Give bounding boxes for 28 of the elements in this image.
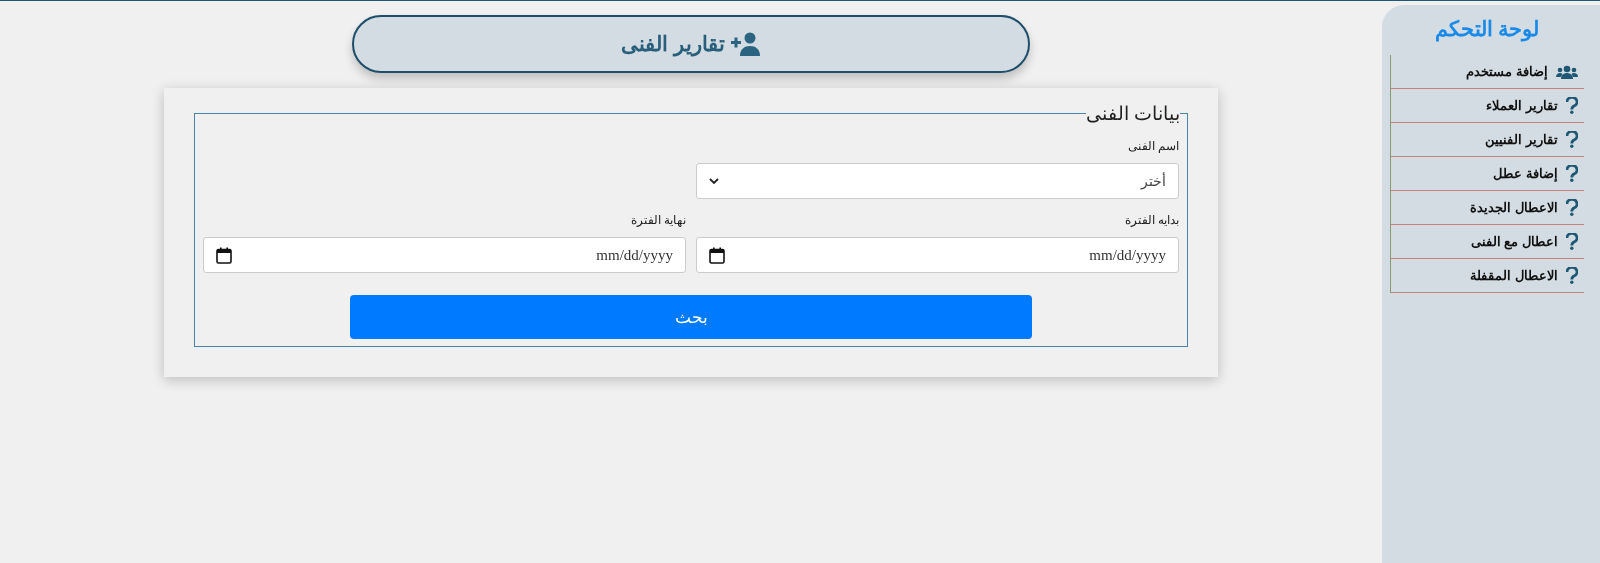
technician-select[interactable]: أختر	[696, 163, 1179, 199]
sidebar-item[interactable]: الاعطال المقفلة	[1390, 259, 1584, 293]
field-label: بدايه الفترة	[1124, 213, 1179, 227]
page-title: تقارير الفنى	[621, 32, 725, 56]
sidebar-item[interactable]: تقارير العملاء	[1390, 89, 1584, 123]
field-label: اسم الفنى	[1127, 139, 1179, 153]
chevron-icon	[709, 177, 719, 185]
sidebar-item[interactable]: الاعطال الجديدة	[1390, 191, 1584, 225]
add-user-icon	[730, 32, 761, 56]
question-icon	[1566, 267, 1578, 284]
date-field[interactable]: mm/dd/yyyy	[696, 237, 1179, 273]
sidebar-item[interactable]: إضافة مستخدم	[1390, 55, 1584, 89]
form-legend: بيانات الفنى	[1085, 102, 1180, 125]
question-icon	[1566, 233, 1578, 250]
calendar-icon	[709, 246, 725, 264]
date-field[interactable]: mm/dd/yyyy	[203, 237, 686, 273]
search-button[interactable]: بحث	[350, 295, 1032, 339]
sidebar-item[interactable]: تقارير الفنيين	[1390, 123, 1584, 157]
calendar-icon	[216, 246, 232, 264]
sidebar-item[interactable]: إضافة عطل	[1390, 157, 1584, 191]
question-icon	[1566, 165, 1578, 182]
sidebar-item[interactable]: اعطال مع الفنى	[1390, 225, 1584, 259]
field-label: نهاية الفترة	[630, 213, 686, 227]
question-icon	[1566, 97, 1578, 114]
sidebar-title: لوحة التحكم	[1433, 17, 1541, 41]
users-icon	[1556, 64, 1578, 79]
question-icon	[1566, 131, 1578, 148]
question-icon	[1566, 199, 1578, 216]
